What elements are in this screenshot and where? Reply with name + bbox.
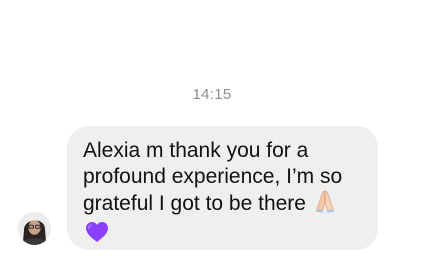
- message-timestamp: 14:15: [192, 86, 232, 103]
- profile-photo-icon: [18, 212, 51, 245]
- folded-hands-icon: [314, 189, 336, 220]
- message-text: Alexia m thank you for a profound experi…: [83, 139, 343, 215]
- message-bubble[interactable]: Alexia m thank you for a profound experi…: [67, 126, 378, 250]
- chat-thread: 14:15 Alexia m thank you for a profound …: [0, 0, 424, 274]
- avatar[interactable]: [18, 212, 51, 245]
- purple-heart-icon: [85, 221, 109, 250]
